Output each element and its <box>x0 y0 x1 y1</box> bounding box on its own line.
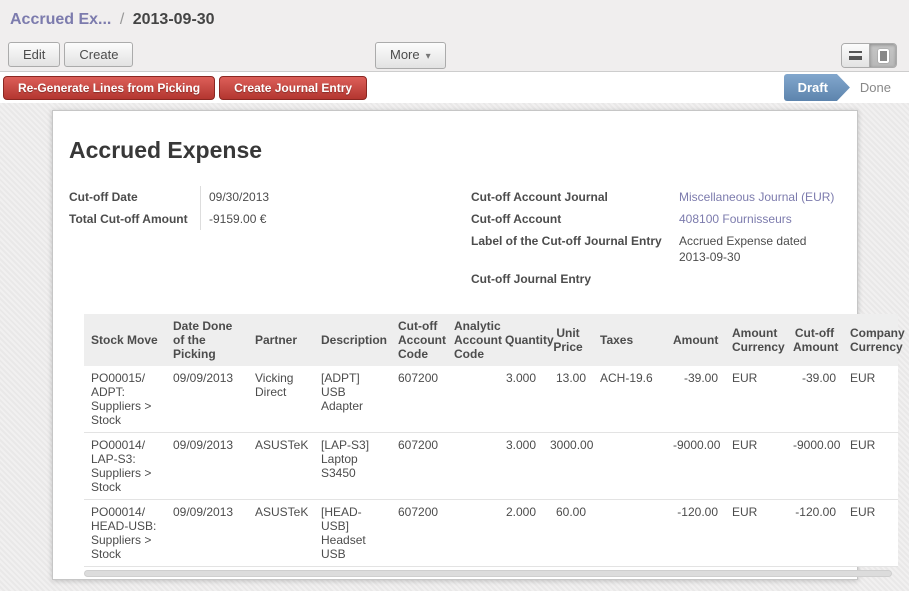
toolbar: Edit Create More▾ <box>0 40 909 72</box>
more-button[interactable]: More▾ <box>375 42 446 69</box>
cell-cutoff-account-code: 607200 <box>391 366 447 433</box>
table-row[interactable]: PO00014/ HEAD-USB: Suppliers > Stock 09/… <box>84 500 898 567</box>
cutoff-lines-section: Stock Move Date Done of the Picking Part… <box>84 314 898 577</box>
cell-amount: -9000.00 <box>666 433 725 500</box>
breadcrumb-parent-link[interactable]: Accrued Ex... <box>10 11 111 28</box>
cell-date-done: 09/09/2013 <box>166 500 248 567</box>
table-row[interactable]: PO00014/ LAP-S3: Suppliers > Stock 09/09… <box>84 433 898 500</box>
form-page-icon <box>878 49 889 63</box>
page-title: Accrued Expense <box>69 137 841 164</box>
cell-analytic-account-code <box>447 366 498 433</box>
cell-company-currency: EUR <box>843 433 898 500</box>
cell-taxes <box>593 433 666 500</box>
list-view-icon[interactable] <box>842 44 869 67</box>
column-header-amount: Amount <box>666 314 725 366</box>
cell-partner: ASUSTeK <box>248 433 314 500</box>
cell-date-done: 09/09/2013 <box>166 433 248 500</box>
column-header-taxes: Taxes <box>593 314 666 366</box>
list-lines-icon <box>849 51 862 60</box>
cell-stock-move: PO00014/ LAP-S3: Suppliers > Stock <box>84 433 166 500</box>
cell-stock-move: PO00015/ ADPT: Suppliers > Stock <box>84 366 166 433</box>
field-label-cutoff-journal-entry: Cut-off Journal Entry <box>471 268 671 290</box>
regenerate-lines-button[interactable]: Re-Generate Lines from Picking <box>3 76 215 100</box>
column-header-date-done: Date Done of the Picking <box>166 314 248 366</box>
more-button-label: More <box>390 47 420 62</box>
cell-partner: ASUSTeK <box>248 500 314 567</box>
cell-description: [ADPT] USB Adapter <box>314 366 391 433</box>
table-row[interactable]: PO00015/ ADPT: Suppliers > Stock 09/09/2… <box>84 366 898 433</box>
breadcrumb-separator: / <box>116 11 128 28</box>
caret-down-icon: ▾ <box>420 51 431 62</box>
cell-taxes <box>593 500 666 567</box>
action-bar: Re-Generate Lines from Picking Create Jo… <box>0 72 909 103</box>
cell-amount-currency: EUR <box>725 366 786 433</box>
cutoff-lines-table: Stock Move Date Done of the Picking Part… <box>84 314 898 567</box>
cell-unit-price: 13.00 <box>543 366 593 433</box>
field-group-left: Cut-off Date 09/30/2013 Total Cut-off Am… <box>69 186 461 290</box>
cell-partner: Vicking Direct <box>248 366 314 433</box>
field-value-cutoff-account-journal[interactable]: Miscellaneous Journal (EUR) <box>671 186 841 208</box>
breadcrumb-current: 2013-09-30 <box>133 11 215 28</box>
table-header-row: Stock Move Date Done of the Picking Part… <box>84 314 898 366</box>
column-header-partner: Partner <box>248 314 314 366</box>
cell-description: [HEAD-USB] Headset USB <box>314 500 391 567</box>
field-value-cutoff-journal-entry <box>671 268 841 290</box>
cell-description: [LAP-S3] Laptop S3450 <box>314 433 391 500</box>
field-label-total-cutoff-amount: Total Cut-off Amount <box>69 208 200 230</box>
cell-unit-price: 3000.00 <box>543 433 593 500</box>
column-header-company-currency: Company Currency <box>843 314 898 366</box>
field-group-right: Cut-off Account Journal Miscellaneous Jo… <box>471 186 841 290</box>
cell-cutoff-amount: -9000.00 <box>786 433 843 500</box>
field-label-cutoff-date: Cut-off Date <box>69 186 200 208</box>
cell-analytic-account-code <box>447 433 498 500</box>
cell-cutoff-account-code: 607200 <box>391 433 447 500</box>
cell-taxes: ACH-19.6 <box>593 366 666 433</box>
cell-amount-currency: EUR <box>725 433 786 500</box>
cell-stock-move: PO00014/ HEAD-USB: Suppliers > Stock <box>84 500 166 567</box>
cell-quantity: 3.000 <box>498 366 543 433</box>
field-label-cutoff-account-journal: Cut-off Account Journal <box>471 186 671 208</box>
statusbar: Draft Done <box>784 74 901 101</box>
cell-company-currency: EUR <box>843 500 898 567</box>
status-draft: Draft <box>784 74 850 101</box>
cell-unit-price: 60.00 <box>543 500 593 567</box>
field-value-cutoff-account[interactable]: 408100 Fournisseurs <box>671 208 841 230</box>
cell-cutoff-amount: -120.00 <box>786 500 843 567</box>
create-button[interactable]: Create <box>64 42 133 67</box>
column-header-amount-currency: Amount Currency <box>725 314 786 366</box>
breadcrumb: Accrued Ex... / 2013-09-30 <box>0 0 909 40</box>
field-groups: Cut-off Date 09/30/2013 Total Cut-off Am… <box>69 186 841 290</box>
content-area: Accrued Expense Cut-off Date 09/30/2013 … <box>0 103 909 591</box>
field-value-cutoff-date: 09/30/2013 <box>200 186 461 208</box>
column-header-analytic-account-code: Analytic Account Code <box>447 314 498 366</box>
view-switcher <box>841 43 897 68</box>
status-done: Done <box>850 74 901 101</box>
column-header-cutoff-amount: Cut-off Amount <box>786 314 843 366</box>
cell-amount-currency: EUR <box>725 500 786 567</box>
cell-company-currency: EUR <box>843 366 898 433</box>
column-header-description: Description <box>314 314 391 366</box>
create-journal-entry-button[interactable]: Create Journal Entry <box>219 76 367 100</box>
cell-cutoff-amount: -39.00 <box>786 366 843 433</box>
field-label-journal-entry-label: Label of the Cut-off Journal Entry <box>471 230 671 268</box>
column-header-quantity: Quantity <box>498 314 543 366</box>
form-sheet: Accrued Expense Cut-off Date 09/30/2013 … <box>52 110 858 580</box>
cell-amount: -120.00 <box>666 500 725 567</box>
table-horizontal-scrollbar[interactable] <box>84 570 892 577</box>
column-header-stock-move: Stock Move <box>84 314 166 366</box>
cell-date-done: 09/09/2013 <box>166 366 248 433</box>
column-header-cutoff-account-code: Cut-off Account Code <box>391 314 447 366</box>
form-view-icon[interactable] <box>869 44 896 67</box>
field-value-total-cutoff-amount: -9159.00 € <box>200 208 461 230</box>
field-value-journal-entry-label: Accrued Expense dated 2013-09-30 <box>671 230 821 268</box>
field-label-cutoff-account: Cut-off Account <box>471 208 671 230</box>
cell-cutoff-account-code: 607200 <box>391 500 447 567</box>
cell-analytic-account-code <box>447 500 498 567</box>
cell-quantity: 2.000 <box>498 500 543 567</box>
cell-amount: -39.00 <box>666 366 725 433</box>
cell-quantity: 3.000 <box>498 433 543 500</box>
edit-button[interactable]: Edit <box>8 42 60 67</box>
